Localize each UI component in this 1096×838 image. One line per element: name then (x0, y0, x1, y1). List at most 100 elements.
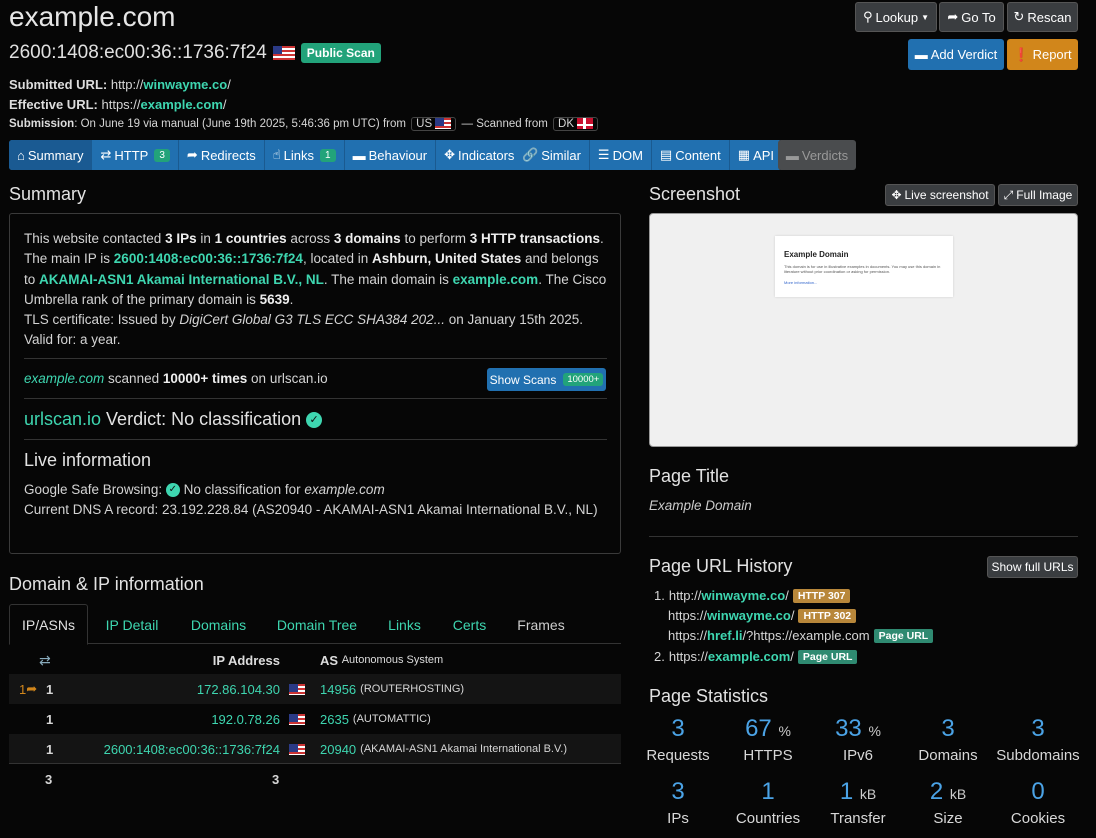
add-verdict-button[interactable]: ▬ Add Verdict (908, 39, 1004, 70)
stat-label: HTTPS (743, 747, 793, 764)
crosshairs-icon: ✥ (444, 147, 456, 162)
submitted-url-line: Submitted URL: http://winwayme.co/ (9, 77, 231, 92)
stat-value: 0 (1031, 778, 1045, 805)
stat-value: 33 (835, 715, 862, 742)
tab-dom[interactable]: ☰ DOM (590, 140, 652, 170)
asn-link[interactable]: AKAMAI-ASN1 Akamai International B.V., N… (39, 272, 324, 287)
screenshot-heading: Screenshot (649, 184, 741, 204)
url-host-link[interactable]: winwayme.co (701, 588, 785, 603)
page-title-value: Example Domain (649, 498, 752, 513)
ip-address-link[interactable]: 2600:1408:ec00:36::1736:7f24 (69, 734, 280, 764)
show-full-urls-button[interactable]: Show full URLs (987, 556, 1078, 578)
tab-similar[interactable]: 🔗 Similar (514, 140, 590, 170)
col-ip-address: IP Address (212, 652, 280, 668)
tab-frames[interactable]: Frames (507, 604, 575, 645)
caret-down-icon: ▼ (921, 12, 930, 22)
stat-ipv6: 33 % IPv6 (813, 715, 903, 764)
asn-cell: 14956 (ROUTERHOSTING) (320, 681, 465, 697)
url-history-heading: Page URL History (649, 556, 793, 576)
url-history-item: https://winwayme.co/HTTP 302 (668, 608, 857, 623)
verdict-line: urlscan.io Verdict: No classification ✓ (24, 409, 323, 430)
tab-api[interactable]: ▦ API (730, 140, 782, 170)
show-scans-button[interactable]: Show Scans 10000+ (487, 368, 606, 391)
ip-address-link[interactable]: 192.0.78.26 (69, 704, 280, 734)
stat-label: Size (933, 810, 963, 827)
asn-link[interactable]: 20940 (320, 742, 356, 757)
asn-link[interactable]: 2635 (320, 712, 349, 727)
main-ip: 2600:1408:ec00:36::1736:7f24 (9, 42, 267, 63)
qrcode-icon: ▦ (737, 147, 751, 162)
verdicts-button[interactable]: ▬ Verdicts (778, 140, 856, 170)
submission-line: Submission: On June 19 via manual (June … (9, 117, 600, 131)
tab-redirects[interactable]: ➦ Redirects (179, 140, 265, 170)
public-scan-badge: Public Scan (300, 43, 381, 63)
us-flag-icon (435, 118, 452, 130)
stat-value: 1 (761, 778, 775, 805)
tab-certs[interactable]: Certs (442, 604, 497, 645)
file-icon: ▤ (659, 147, 673, 162)
live-info-text: Google Safe Browsing: ✓ No classificatio… (24, 482, 598, 518)
screenshot-card: Example Domain This domain is for use in… (775, 236, 953, 297)
tab-indicators[interactable]: ✥ Indicators (436, 140, 522, 170)
effective-url-link[interactable]: example.com (141, 97, 223, 112)
link-icon: 🔗 (522, 147, 539, 162)
effective-url-line: Effective URL: https://example.com/ (9, 97, 227, 112)
page-stats-heading: Page Statistics (649, 686, 769, 706)
divider (24, 358, 607, 359)
tab-http[interactable]: ⇄ HTTP 3 (92, 140, 179, 170)
url-host-link[interactable]: href.li (707, 628, 742, 643)
tab-content[interactable]: ▤ Content (652, 140, 730, 170)
stat-value: 67 (745, 715, 772, 742)
lookup-button[interactable]: ⚲ Lookup ▼ (855, 2, 937, 32)
report-button[interactable]: ❗ Report (1007, 39, 1078, 70)
asn-link[interactable]: 14956 (320, 682, 356, 697)
main-ip-link[interactable]: 2600:1408:ec00:36::1736:7f24 (114, 251, 303, 266)
goto-button[interactable]: ➦ Go To (939, 2, 1004, 32)
rescan-button[interactable]: ↻ Rescan (1007, 2, 1078, 32)
page-screenshot[interactable]: Example Domain This domain is for use in… (649, 213, 1078, 447)
tab-behaviour[interactable]: ▬ Behaviour (345, 140, 437, 170)
tab-links[interactable]: ☝ Links 1 (265, 140, 345, 170)
urlscan-link[interactable]: urlscan.io (24, 409, 101, 429)
us-flag-icon (289, 674, 305, 704)
main-ip-line: 2600:1408:ec00:36::1736:7f24 Public Scan (9, 42, 381, 64)
stat-label: Countries (735, 810, 801, 827)
page-url-badge: Page URL (797, 649, 858, 664)
live-screenshot-button[interactable]: ✥ Live screenshot (885, 184, 995, 206)
full-image-button[interactable]: ⤢ Full Image (998, 184, 1078, 206)
exchange-icon: ⇄ (100, 147, 112, 162)
tab-summary[interactable]: ⌂ Summary (9, 140, 93, 170)
tab-domain-tree[interactable]: Domain Tree (267, 604, 367, 645)
table-row: 1 192.0.78.26 2635 (AUTOMATTIC) (9, 704, 621, 734)
tab-domains[interactable]: Domains (181, 604, 256, 645)
url-history-item: https://href.li/?https://example.com Page… (668, 628, 934, 643)
stat-value: 3 (671, 778, 685, 805)
crosshairs-icon: ✥ (891, 188, 902, 202)
main-domain-link[interactable]: example.com (453, 272, 539, 287)
thumbs-up-icon: ☝ (272, 147, 281, 162)
ip-address-link[interactable]: 172.86.104.30 (69, 674, 280, 704)
request-count: 1 (46, 681, 54, 697)
stat-https: 67 % HTTPS (723, 715, 813, 764)
us-flag-icon (289, 734, 305, 764)
submitted-url-link[interactable]: winwayme.co (143, 77, 227, 92)
stat-label: IPs (667, 810, 689, 827)
scanned-domain-link[interactable]: example.com (24, 371, 104, 386)
tab-ip-detail[interactable]: IP Detail (94, 604, 170, 645)
redirect-cell: 1 ➦ (19, 681, 38, 697)
comment-icon: ▬ (785, 147, 799, 163)
list-icon: ☰ (597, 147, 610, 162)
stat-value: 3 (671, 715, 685, 742)
stat-value: 3 (1031, 715, 1045, 742)
table-row: 1 ➦ 1 172.86.104.30 14956 (ROUTERHOSTING) (9, 674, 621, 704)
total-ips: 3 (272, 771, 280, 787)
stat-unit: kB (859, 786, 877, 802)
tab-links[interactable]: Links (377, 604, 432, 645)
tab-ip-asns[interactable]: IP/ASNs (9, 604, 88, 645)
table-footer: 3 3 (9, 763, 621, 793)
result-tabs-primary: ⌂ Summary ⇄ HTTP 3 ➦ Redirects ☝ Links 1 ▬ Behaviou… (9, 140, 523, 170)
dk-flag-icon (577, 118, 594, 130)
url-host-link[interactable]: example.com (708, 649, 790, 664)
stat-requests: 3 Requests (633, 715, 723, 764)
url-host-link[interactable]: winwayme.co (707, 608, 791, 623)
